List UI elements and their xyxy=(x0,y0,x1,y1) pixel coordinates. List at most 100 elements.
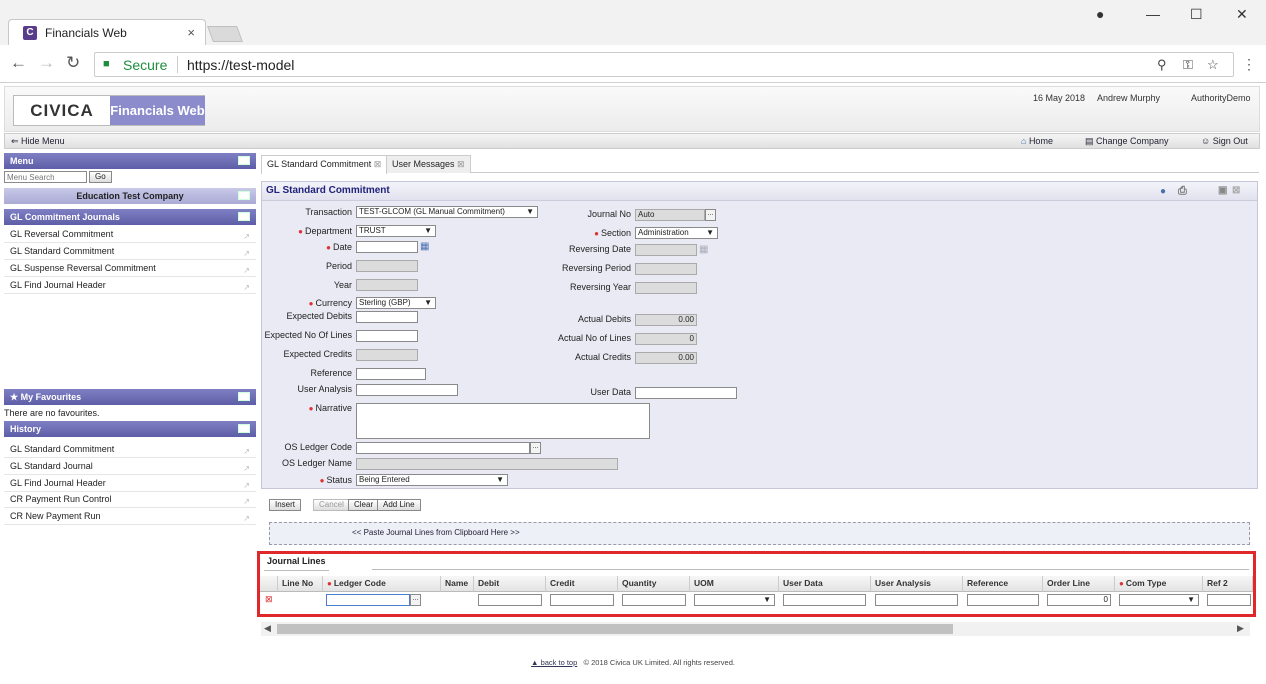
actual-lines-label: Actual No of Lines xyxy=(557,333,631,343)
browser-tab[interactable]: C Financials Web × xyxy=(8,19,206,45)
zoom-icon[interactable]: ⚲ xyxy=(1157,57,1167,73)
journal-no-field: Auto xyxy=(635,209,705,221)
tab-title: Financials Web xyxy=(45,26,127,40)
scroll-right-icon[interactable]: ▶ xyxy=(1237,623,1244,634)
scrollbar-thumb[interactable] xyxy=(277,624,953,634)
credit-input[interactable] xyxy=(550,594,614,606)
user-data-input[interactable] xyxy=(635,387,737,399)
reference-input[interactable] xyxy=(356,368,426,380)
reversing-date-label: Reversing Date xyxy=(568,244,631,254)
panel-toggle-icon[interactable] xyxy=(238,156,250,165)
sidebar-item-gl-suspense-reversal[interactable]: GL Suspense Reversal Commitment ↗ xyxy=(4,260,256,277)
history-item[interactable]: GL Standard Commitment ↗ xyxy=(4,441,256,458)
sidebar-item-gl-find-journal-header[interactable]: GL Find Journal Header ↗ xyxy=(4,277,256,294)
col-user-analysis: User Analysis xyxy=(871,576,963,592)
calendar-icon[interactable]: ▦ xyxy=(420,241,429,252)
order-line-input[interactable]: 0 xyxy=(1047,594,1111,606)
sidebar-item-gl-standard-commitment[interactable]: GL Standard Commitment ↗ xyxy=(4,243,256,260)
hide-menu-button[interactable]: ⇐ Hide Menu xyxy=(11,136,65,147)
sidebar-item-gl-reversal-commitment[interactable]: GL Reversal Commitment ↗ xyxy=(4,226,256,243)
key-icon[interactable]: ⚿ xyxy=(1183,57,1193,73)
department-select[interactable]: TRUST ▼ xyxy=(356,225,436,237)
profile-icon[interactable]: ● xyxy=(1096,6,1104,22)
col-com-type: ● Com Type xyxy=(1115,576,1203,592)
ledger-code-input[interactable] xyxy=(326,594,410,606)
open-external-icon[interactable]: ↗ xyxy=(243,280,250,296)
minimize-icon[interactable]: — xyxy=(1146,6,1160,22)
forward-icon[interactable]: → xyxy=(38,53,55,73)
actual-lines-field: 0 xyxy=(635,333,697,345)
footer: ▲ back to top © 2018 Civica UK Limited. … xyxy=(0,658,1266,667)
history-item[interactable]: GL Standard Journal ↗ xyxy=(4,458,256,475)
narrative-textarea[interactable] xyxy=(356,403,650,439)
ref-2-input[interactable] xyxy=(1207,594,1251,606)
url-text[interactable]: https://test-model xyxy=(187,57,294,73)
new-tab-button[interactable] xyxy=(207,26,243,42)
window-icon[interactable]: ▣ xyxy=(1218,185,1227,196)
menu-bar: ⇐ Hide Menu ⌂ Home ▤ Change Company ☺ Si… xyxy=(4,133,1260,149)
uom-select[interactable]: ▼ xyxy=(694,594,775,606)
change-company-button[interactable]: ▤ Change Company xyxy=(1085,136,1169,147)
menu-kebab-icon[interactable]: ⋮ xyxy=(1242,56,1256,73)
back-to-top-link[interactable]: ▲ back to top xyxy=(531,658,577,667)
actual-credits-field: 0.00 xyxy=(635,352,697,364)
os-ledger-code-input[interactable] xyxy=(356,442,530,454)
horizontal-scrollbar[interactable]: ◀ ▶ xyxy=(261,622,1250,636)
journal-lookup-button[interactable]: ... xyxy=(705,209,716,221)
user-data-line-input[interactable] xyxy=(783,594,866,606)
quantity-input[interactable] xyxy=(622,594,686,606)
cancel-button[interactable]: Cancel xyxy=(313,499,350,511)
open-external-icon[interactable]: ↗ xyxy=(243,511,250,527)
expected-lines-input[interactable] xyxy=(356,330,418,342)
transaction-select[interactable]: TEST-GLCOM (GL Manual Commitment) ▼ xyxy=(356,206,538,218)
os-ledger-lookup-button[interactable]: ... xyxy=(530,442,541,454)
add-line-button[interactable]: Add Line xyxy=(377,499,421,511)
tab-user-messages[interactable]: User Messages ⊠ xyxy=(386,155,471,173)
panel-pin-icon[interactable] xyxy=(238,212,250,221)
delete-row-icon[interactable]: ⊠ xyxy=(265,594,273,605)
close-form-icon[interactable]: ⊠ xyxy=(1232,185,1240,196)
menu-search-input[interactable] xyxy=(4,171,87,183)
history-item[interactable]: CR Payment Run Control ↗ xyxy=(4,491,256,508)
panel-toggle-icon[interactable] xyxy=(238,191,250,200)
help-icon[interactable]: ● xyxy=(1160,186,1166,197)
expected-debits-input[interactable] xyxy=(356,311,418,323)
reload-icon[interactable]: ↻ xyxy=(66,53,80,73)
expected-debits-label: Expected Debits xyxy=(286,311,352,321)
maximize-icon[interactable]: ☐ xyxy=(1190,6,1203,23)
scroll-left-icon[interactable]: ◀ xyxy=(264,623,271,634)
chevron-down-icon: ▼ xyxy=(424,226,432,235)
user-analysis-input[interactable] xyxy=(356,384,458,396)
user-analysis-line-input[interactable] xyxy=(875,594,958,606)
date-input[interactable] xyxy=(356,241,418,253)
reference-line-input[interactable] xyxy=(967,594,1039,606)
close-window-icon[interactable]: ✕ xyxy=(1236,6,1248,23)
panel-toggle-icon[interactable] xyxy=(238,392,250,401)
home-button[interactable]: ⌂ Home xyxy=(1021,136,1053,146)
ledger-lookup-button[interactable]: ... xyxy=(410,594,421,606)
tab-gl-standard-commitment[interactable]: GL Standard Commitment ⊠ xyxy=(261,155,388,174)
debit-input[interactable] xyxy=(478,594,542,606)
history-item[interactable]: GL Find Journal Header ↗ xyxy=(4,475,256,492)
insert-button[interactable]: Insert xyxy=(269,499,302,511)
close-tab-icon[interactable]: ⊠ xyxy=(457,159,465,169)
print-icon[interactable]: ⎙ xyxy=(1178,185,1187,198)
status-select[interactable]: Being Entered ▼ xyxy=(356,474,508,486)
star-icon[interactable]: ☆ xyxy=(1207,57,1219,73)
history-item[interactable]: CR New Payment Run ↗ xyxy=(4,508,256,525)
col-user-data: User Data xyxy=(779,576,871,592)
civica-favicon-icon: C xyxy=(23,26,37,40)
currency-select[interactable]: Sterling (GBP) ▼ xyxy=(356,297,436,309)
panel-toggle-icon[interactable] xyxy=(238,424,250,433)
section-select[interactable]: Administration ▼ xyxy=(635,227,718,239)
menu-search-go-button[interactable]: Go xyxy=(89,171,112,183)
com-type-select[interactable]: ▼ xyxy=(1119,594,1199,606)
paste-zone[interactable]: << Paste Journal Lines from Clipboard He… xyxy=(269,522,1250,545)
address-bar[interactable]: ■ Secure https://test-model ⚲ ⚿ ☆ xyxy=(94,52,1234,77)
clear-button[interactable]: Clear xyxy=(348,499,380,511)
back-icon[interactable]: ← xyxy=(10,53,27,73)
close-tab-icon[interactable]: ⊠ xyxy=(374,159,382,169)
sign-out-button[interactable]: ☺ Sign Out xyxy=(1201,136,1248,146)
col-uom: UOM xyxy=(690,576,779,592)
close-tab-icon[interactable]: × xyxy=(187,25,195,40)
